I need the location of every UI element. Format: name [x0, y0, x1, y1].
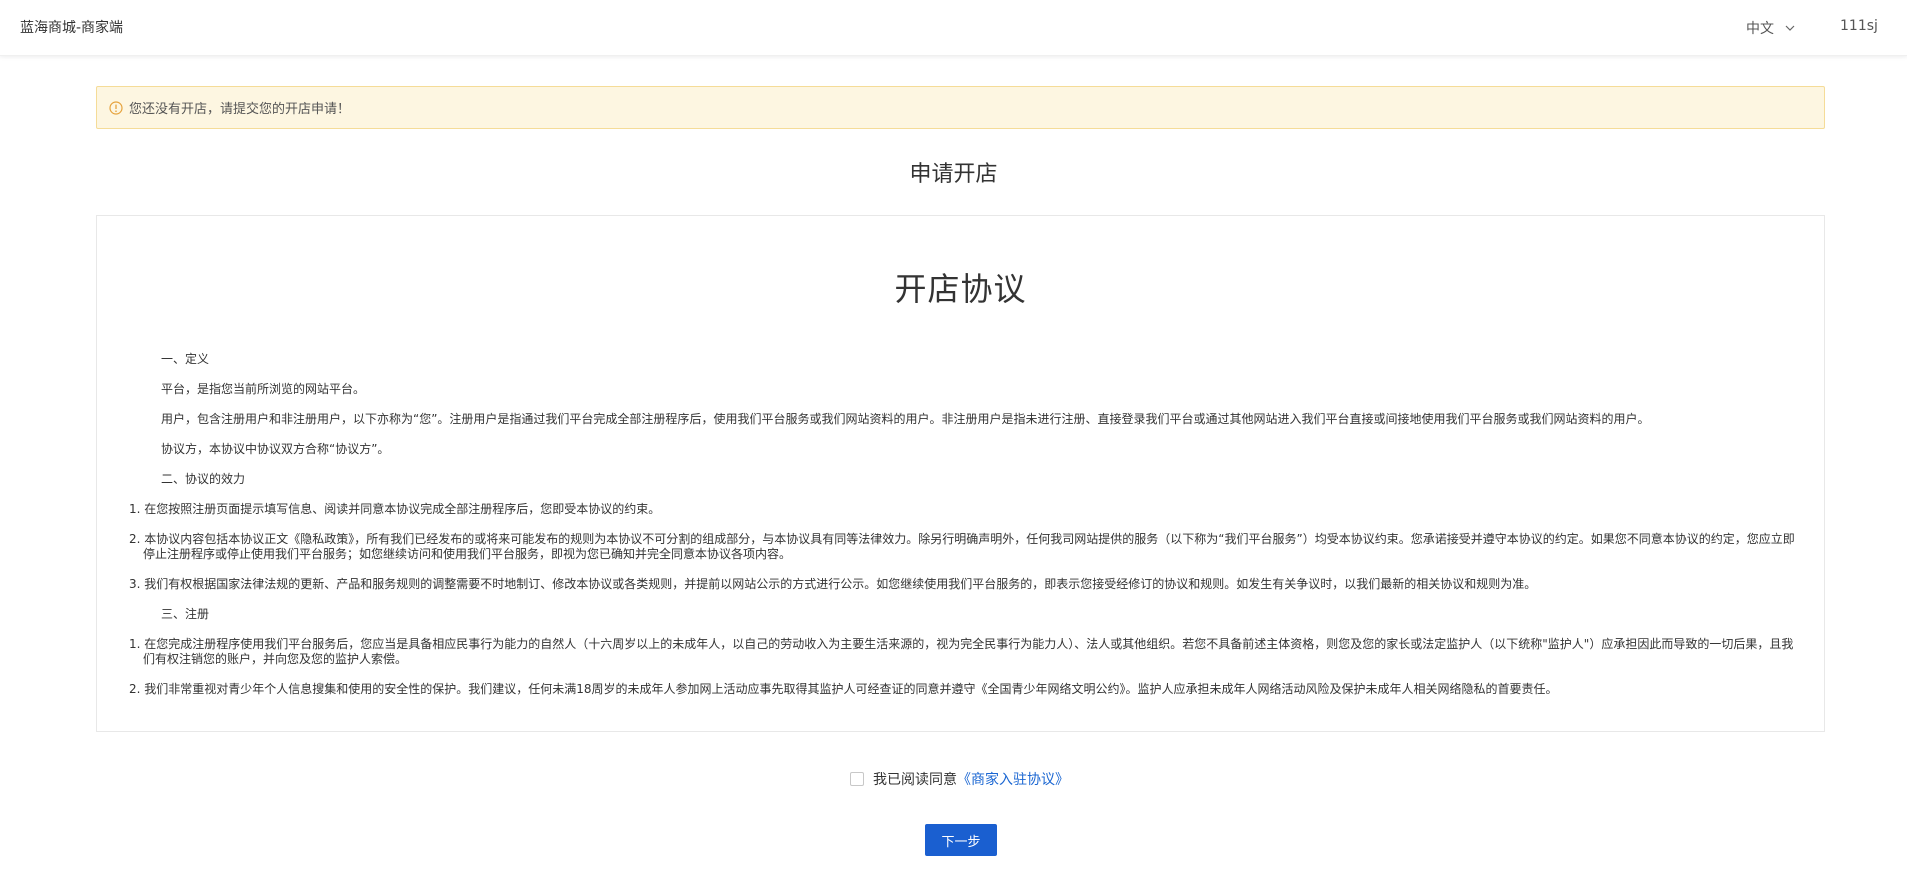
- agreement-paragraph: 1. 在您按照注册页面提示填写信息、阅读并同意本协议完成全部注册程序后，您即受本…: [129, 502, 661, 516]
- user-menu[interactable]: 111sj: [1840, 18, 1878, 34]
- agreement-paragraph: 2. 我们非常重视对青少年个人信息搜集和使用的安全性的保护。我们建议，任何未满1…: [129, 682, 1558, 696]
- agreement-paragraph: 1. 在您完成注册程序使用我们平台服务后，您应当是具备相应民事行为能力的自然人（…: [129, 637, 1794, 666]
- consent-row: 我已阅读同意 《商家入驻协议》: [850, 769, 1069, 789]
- top-header: 蓝海商城-商家端 中文 111sj: [0, 0, 1907, 56]
- chevron-down-icon: [1785, 25, 1795, 31]
- agreement-content: 一、定义 平台，是指您当前所浏览的网站平台。 用户，包含注册用户和非注册用户，以…: [129, 352, 1799, 712]
- agreement-paragraph: 协议方，本协议中协议双方合称“协议方”。: [161, 442, 390, 456]
- warning-icon: [109, 100, 123, 115]
- agreement-paragraph: 二、协议的效力: [161, 472, 246, 486]
- language-selector[interactable]: 中文: [1746, 18, 1796, 38]
- merchant-agreement-link[interactable]: 《商家入驻协议》: [957, 769, 1069, 789]
- agreement-paragraph: 用户，包含注册用户和非注册用户，以下亦称为“您”。注册用户是指通过我们平台完成全…: [161, 412, 1650, 426]
- agreement-paragraph: 一、定义: [161, 352, 210, 366]
- alert-message: 您还没有开店，请提交您的开店申请！: [129, 102, 351, 117]
- next-step-button[interactable]: 下一步: [925, 824, 997, 856]
- agreement-paragraph: 3. 我们有权根据国家法律法规的更新、产品和服务规则的调整需要不时地制订、修改本…: [129, 577, 1537, 591]
- language-label: 中文: [1746, 21, 1774, 37]
- agreement-paragraph: 三、注册: [161, 607, 210, 621]
- consent-label: 我已阅读同意: [873, 772, 957, 788]
- no-shop-alert: 您还没有开店，请提交您的开店申请！: [96, 86, 1825, 129]
- agreement-paragraph: 2. 本协议内容包括本协议正文《隐私政策》，所有我们已经发布的或将来可能发布的规…: [129, 532, 1795, 561]
- agree-checkbox[interactable]: [850, 772, 864, 786]
- agreement-panel[interactable]: 开店协议 一、定义 平台，是指您当前所浏览的网站平台。 用户，包含注册用户和非注…: [96, 215, 1825, 732]
- agreement-paragraph: 平台，是指您当前所浏览的网站平台。: [161, 382, 366, 396]
- page-title: 申请开店: [909, 162, 998, 187]
- brand-title: 蓝海商城-商家端: [20, 20, 124, 36]
- agreement-title: 开店协议: [894, 270, 1027, 308]
